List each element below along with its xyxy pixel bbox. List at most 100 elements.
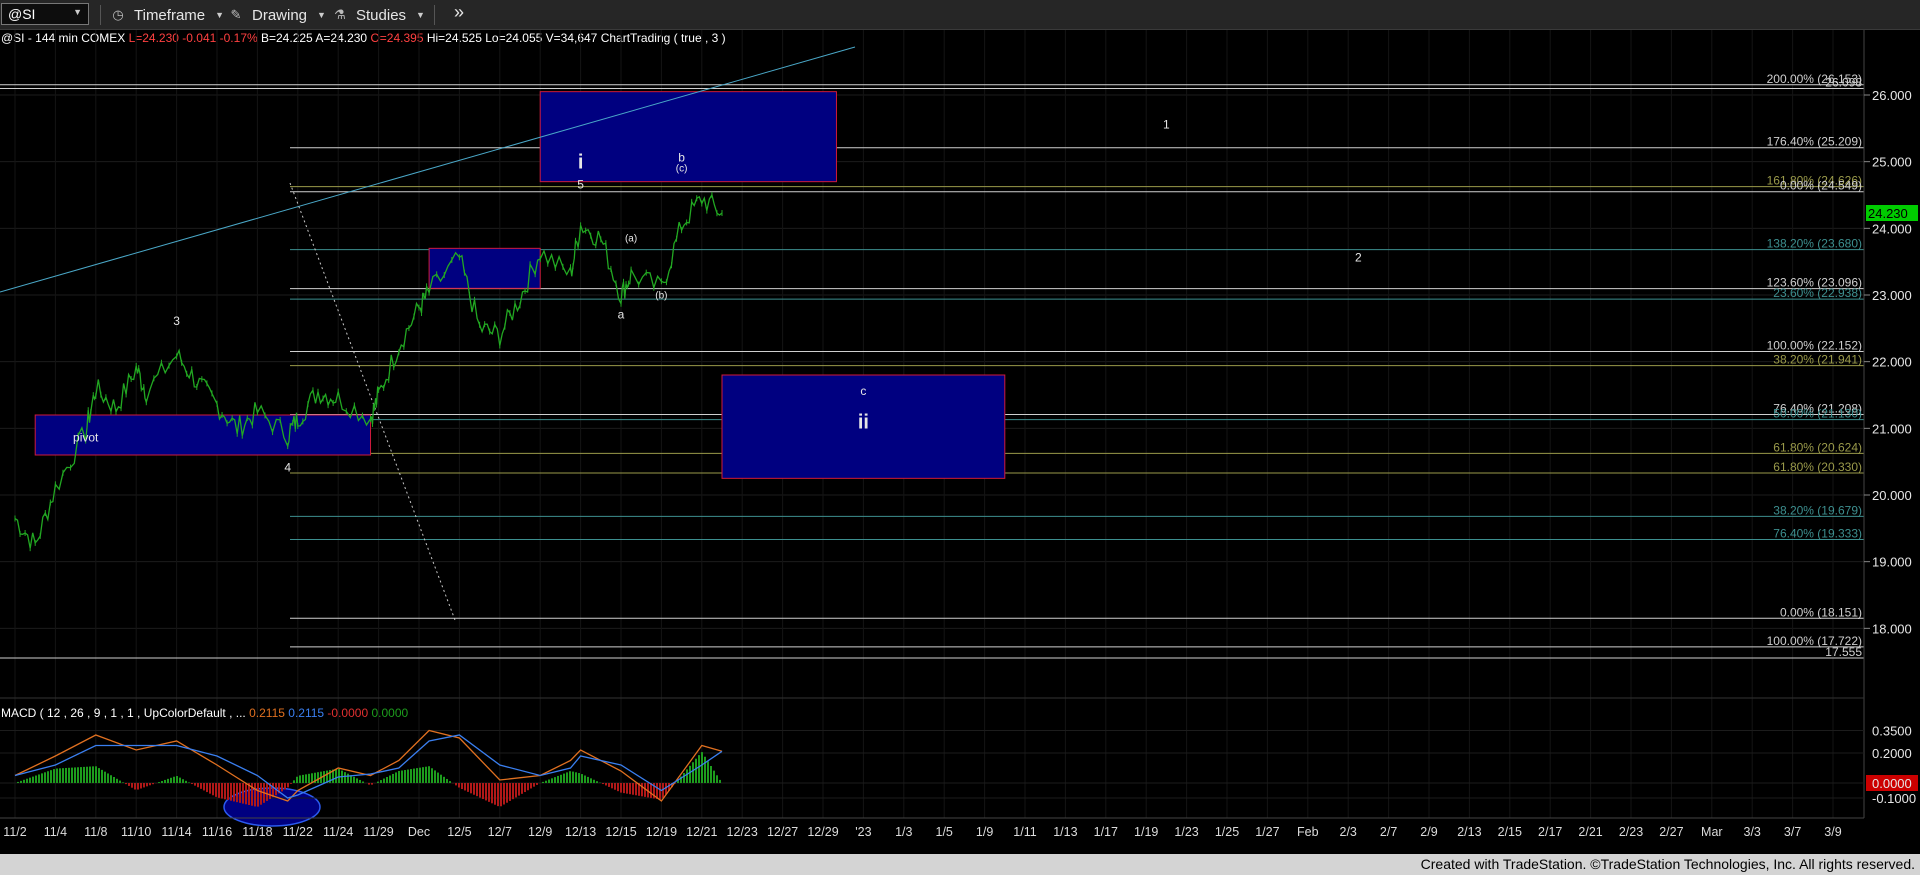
- symbol-input[interactable]: @SI ▼: [1, 3, 89, 25]
- date-tick-label: 12/5: [447, 825, 471, 839]
- wave-label: b: [678, 151, 685, 165]
- date-tick-label: 11/14: [161, 825, 191, 839]
- date-tick-label: '23: [855, 825, 871, 839]
- chart-area[interactable]: @SI - 144 min COMEX L=24.230 -0.041 -0.1…: [0, 30, 1920, 854]
- date-tick-label: 1/19: [1134, 825, 1158, 839]
- date-tick-label: 2/13: [1457, 825, 1481, 839]
- date-tick-label: 12/29: [807, 825, 838, 839]
- date-tick-label: 12/9: [528, 825, 552, 839]
- fib-label: 76.40% (19.333): [1773, 526, 1862, 540]
- pencil-icon: ✎: [230, 7, 242, 22]
- wave-label: (c): [676, 164, 688, 175]
- toolbar-separator: [434, 5, 435, 25]
- symbol-dropdown-icon[interactable]: ▼: [73, 7, 82, 17]
- fib-label: 50.00% (21.130): [1773, 407, 1862, 421]
- last-price-label: 24.230: [1868, 206, 1908, 221]
- date-tick-label: 1/11: [1013, 825, 1036, 839]
- chevron-down-icon: ▼: [416, 10, 425, 20]
- double-chevron-icon: »: [454, 1, 465, 22]
- date-tick-label: 2/3: [1340, 825, 1357, 839]
- more-button[interactable]: »: [454, 1, 464, 23]
- price-tick-label: 25.000: [1872, 155, 1912, 170]
- macd-tick-label: 0.3500: [1872, 724, 1912, 739]
- wave-label: 1: [1163, 117, 1170, 131]
- date-tick-label: 11/24: [323, 825, 353, 839]
- date-tick-label: Mar: [1701, 825, 1723, 839]
- date-tick-label: 1/23: [1174, 825, 1198, 839]
- footer: Created with TradeStation. ©TradeStation…: [0, 854, 1920, 875]
- fib-label: 23.60% (22.938): [1773, 286, 1862, 300]
- date-tick-label: 1/13: [1053, 825, 1077, 839]
- date-tick-label: 11/2: [3, 825, 26, 839]
- symbol-value: @SI: [8, 6, 36, 22]
- chevron-down-icon: ▼: [215, 10, 225, 20]
- macd-tick-label: 0.2000: [1872, 746, 1912, 761]
- price-tick-label: 23.000: [1872, 288, 1912, 303]
- price-tick-label: 24.000: [1872, 221, 1912, 236]
- timeframe-label: Timeframe: [134, 6, 206, 24]
- wave-label: pivot: [73, 431, 99, 445]
- macd-legend: MACD ( 12 , 26 , 9 , 1 , 1 , UpColorDefa…: [1, 706, 408, 720]
- clock-icon: ◷: [112, 7, 124, 22]
- wave-label: a: [618, 307, 625, 321]
- price-tick-label: 19.000: [1872, 555, 1912, 570]
- price-tick-label: 21.000: [1872, 421, 1912, 436]
- date-tick-label: 12/7: [488, 825, 512, 839]
- symbol-header: @SI - 144 min COMEX L=24.230 -0.041 -0.1…: [1, 31, 726, 45]
- date-tick-label: 1/3: [895, 825, 912, 839]
- wave-label: 5: [577, 177, 584, 191]
- wave-label: i: [578, 151, 584, 173]
- date-tick-label: 12/15: [605, 825, 636, 839]
- fib-label: 38.20% (19.679): [1773, 503, 1862, 517]
- date-tick-label: 2/23: [1619, 825, 1643, 839]
- price-tick-label: 22.000: [1872, 355, 1912, 370]
- date-tick-label: 12/27: [767, 825, 798, 839]
- studies-label: Studies: [356, 6, 407, 24]
- fib-label: 38.20% (21.941): [1773, 353, 1862, 367]
- wave-label: 4: [284, 461, 291, 475]
- date-tick-label: 11/10: [121, 825, 151, 839]
- fib-label: 17.555: [1825, 645, 1862, 659]
- price-tick-label: 26.000: [1872, 88, 1912, 103]
- date-tick-label: 11/29: [363, 825, 393, 839]
- date-tick-label: 2/17: [1538, 825, 1562, 839]
- date-tick-label: 1/25: [1215, 825, 1239, 839]
- wave-zone-box[interactable]: [428, 247, 541, 289]
- date-tick-label: 11/22: [283, 825, 313, 839]
- footer-credit: Created with TradeStation. ©TradeStation…: [1420, 856, 1915, 872]
- date-tick-label: 11/4: [44, 825, 67, 839]
- price-tick-label: 18.000: [1872, 621, 1912, 636]
- wave-label: 3: [173, 314, 180, 328]
- date-tick-label: 2/9: [1420, 825, 1437, 839]
- wave-label: 2: [1355, 251, 1362, 265]
- date-tick-label: Feb: [1297, 825, 1319, 839]
- date-tick-label: Dec: [408, 825, 430, 839]
- fib-label: 61.80% (20.330): [1773, 460, 1862, 474]
- date-tick-label: 1/17: [1094, 825, 1118, 839]
- fib-label: 100.00% (22.152): [1767, 339, 1862, 353]
- drawing-label: Drawing: [252, 6, 308, 24]
- flask-icon: ⚗: [334, 7, 346, 22]
- date-tick-label: 11/16: [202, 825, 232, 839]
- price-tick-label: 20.000: [1872, 488, 1912, 503]
- chevron-down-icon: ▼: [317, 10, 326, 20]
- wave-label: (a): [625, 234, 637, 245]
- wave-label: (b): [655, 290, 667, 301]
- fib-label: 176.40% (25.209): [1767, 135, 1862, 149]
- date-tick-label: 1/5: [936, 825, 953, 839]
- studies-button[interactable]: ⚗ Studies ▼: [330, 4, 425, 26]
- drawing-button[interactable]: ✎ Drawing ▼: [226, 4, 326, 26]
- date-tick-label: 2/7: [1380, 825, 1397, 839]
- date-tick-label: 12/21: [686, 825, 717, 839]
- date-tick-label: 3/7: [1784, 825, 1801, 839]
- wave-zone-box[interactable]: [539, 91, 837, 183]
- date-tick-label: 2/15: [1498, 825, 1522, 839]
- macd-tick-label: -0.1000: [1872, 791, 1916, 806]
- date-tick-label: 11/8: [84, 825, 107, 839]
- date-tick-label: 12/23: [727, 825, 758, 839]
- timeframe-button[interactable]: ◷ Timeframe ▼: [108, 4, 224, 26]
- date-tick-label: 3/9: [1824, 825, 1841, 839]
- fib-label: 61.80% (20.624): [1773, 440, 1862, 454]
- date-tick-label: 1/27: [1255, 825, 1279, 839]
- date-tick-label: 2/27: [1659, 825, 1683, 839]
